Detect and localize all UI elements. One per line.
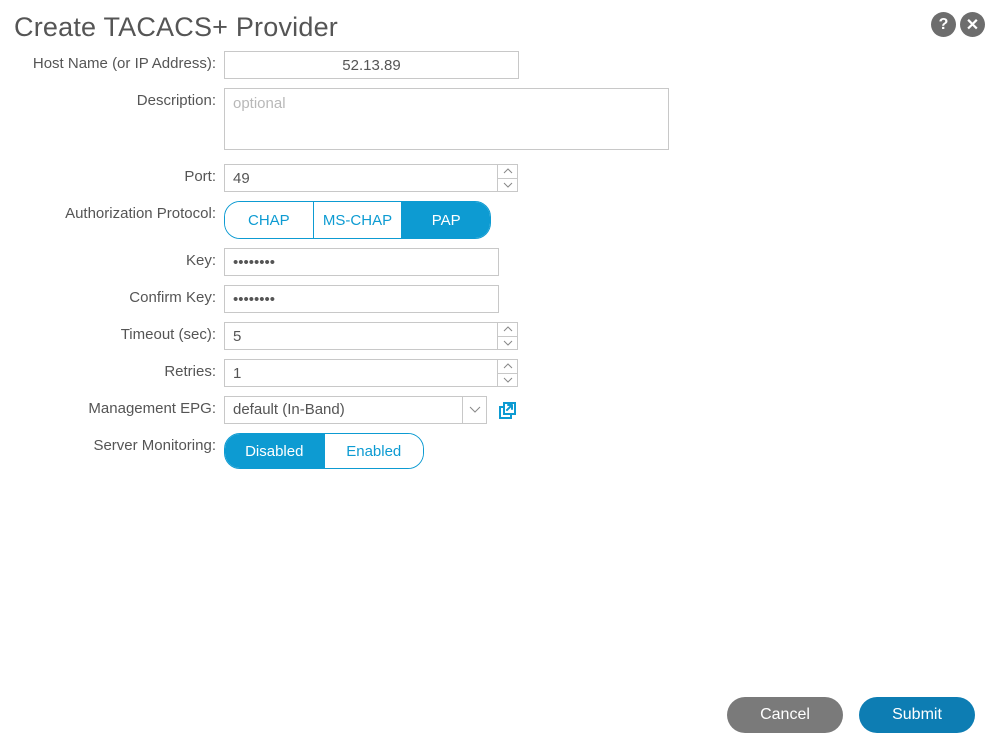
description-label: Description: (14, 88, 224, 109)
key-input[interactable] (224, 248, 499, 276)
retries-input[interactable] (225, 360, 497, 386)
chevron-down-icon[interactable] (498, 374, 517, 387)
confirm-key-label: Confirm Key: (14, 285, 224, 306)
auth-protocol-mschap[interactable]: MS-CHAP (314, 202, 403, 238)
popout-icon[interactable] (497, 401, 517, 426)
key-label: Key: (14, 248, 224, 269)
confirm-key-input[interactable] (224, 285, 499, 313)
mgmt-epg-value: default (In-Band) (225, 397, 462, 423)
mgmt-epg-select[interactable]: default (In-Band) (224, 396, 487, 424)
help-icon[interactable]: ? (931, 12, 956, 37)
description-input[interactable] (224, 88, 669, 150)
chevron-up-icon[interactable] (498, 360, 517, 374)
chevron-down-icon[interactable] (462, 397, 486, 423)
retries-label: Retries: (14, 359, 224, 380)
port-stepper[interactable] (224, 164, 518, 192)
retries-stepper[interactable] (224, 359, 518, 387)
auth-protocol-label: Authorization Protocol: (14, 201, 224, 222)
port-input[interactable] (225, 165, 497, 191)
cancel-button[interactable]: Cancel (727, 697, 843, 733)
submit-button[interactable]: Submit (859, 697, 975, 733)
hostname-input[interactable] (224, 51, 519, 79)
auth-protocol-chap[interactable]: CHAP (225, 202, 314, 238)
chevron-up-icon[interactable] (498, 323, 517, 337)
server-monitoring-enabled[interactable]: Enabled (325, 434, 424, 468)
auth-protocol-toggle: CHAP MS-CHAP PAP (224, 201, 491, 239)
auth-protocol-pap[interactable]: PAP (402, 202, 490, 238)
timeout-input[interactable] (225, 323, 497, 349)
chevron-down-icon[interactable] (498, 179, 517, 192)
server-monitoring-disabled[interactable]: Disabled (225, 434, 325, 468)
chevron-up-icon[interactable] (498, 165, 517, 179)
timeout-label: Timeout (sec): (14, 322, 224, 343)
server-monitoring-label: Server Monitoring: (14, 433, 224, 454)
page-title: Create TACACS+ Provider (14, 12, 338, 43)
hostname-label: Host Name (or IP Address): (14, 51, 224, 72)
chevron-down-icon[interactable] (498, 337, 517, 350)
close-icon[interactable]: ✕ (960, 12, 985, 37)
timeout-stepper[interactable] (224, 322, 518, 350)
port-label: Port: (14, 164, 224, 185)
server-monitoring-toggle: Disabled Enabled (224, 433, 424, 469)
create-tacacs-form: Host Name (or IP Address): Description: … (0, 51, 999, 469)
mgmt-epg-label: Management EPG: (14, 396, 224, 417)
